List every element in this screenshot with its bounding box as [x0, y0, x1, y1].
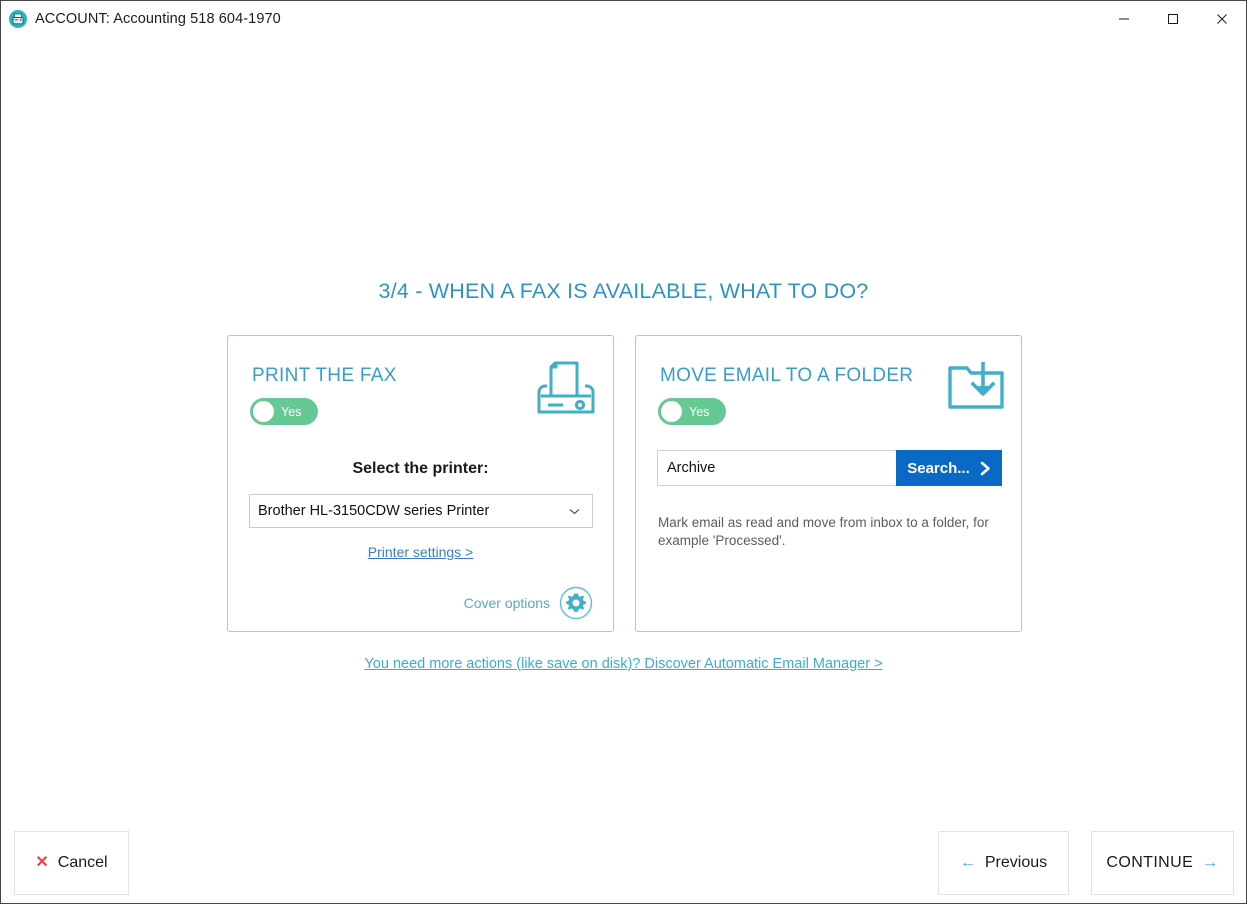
window-controls	[1099, 1, 1246, 36]
previous-button-label: Previous	[984, 854, 1048, 871]
previous-button[interactable]: ← Previous	[938, 831, 1069, 895]
folder-description: Mark email as read and move from inbox t…	[658, 515, 989, 548]
arrow-right-icon: →	[1202, 854, 1219, 871]
folder-search-row: Search...	[657, 450, 1002, 486]
chevron-right-icon	[980, 461, 991, 476]
toggle-print-the-fax[interactable]: Yes	[250, 398, 318, 425]
printer-settings-link-wrap: Printer settings >	[228, 544, 613, 562]
gear-icon	[559, 586, 593, 620]
toggle-move-email-to-a-folder[interactable]: Yes	[658, 398, 726, 425]
search-folder-button[interactable]: Search...	[896, 450, 1002, 486]
minimize-icon[interactable]	[1099, 1, 1148, 36]
cover-options-label: Cover options	[463, 595, 550, 611]
select-printer-label: Select the printer:	[352, 460, 489, 477]
toggle-knob	[661, 401, 682, 422]
toggle-knob	[253, 401, 274, 422]
more-actions-link[interactable]: You need more actions (like save on disk…	[364, 656, 882, 672]
arrow-left-icon: ←	[959, 854, 976, 871]
main-content: 3/4 - WHEN A FAX IS AVAILABLE, WHAT TO D…	[1, 36, 1246, 903]
printer-select-value: Brother HL-3150CDW series Printer	[258, 503, 490, 519]
toggle-label: Yes	[281, 404, 302, 419]
close-icon[interactable]	[1197, 1, 1246, 36]
options-cards: PRINT THE FAX Yes Select the printer: Br…	[227, 335, 1023, 632]
window-title: ACCOUNT: Accounting 518 604-1970	[35, 10, 281, 27]
close-x-icon: ✕	[35, 854, 49, 871]
title-bar-left: ACCOUNT: Accounting 518 604-1970	[1, 9, 281, 28]
card-move-email-to-a-folder: MOVE EMAIL TO A FOLDER Yes Archive Searc…	[635, 335, 1022, 632]
chevron-down-icon	[569, 503, 580, 519]
continue-button-label: CONTINUE	[1106, 854, 1194, 871]
folder-download-icon	[947, 360, 1005, 412]
maximize-icon[interactable]	[1148, 1, 1197, 36]
fax-machine-icon	[9, 9, 27, 28]
cancel-button-label: Cancel	[57, 854, 108, 871]
printer-settings-link[interactable]: Printer settings >	[368, 544, 473, 560]
printer-select[interactable]: Brother HL-3150CDW series Printer	[249, 494, 593, 528]
more-actions-wrap: You need more actions (like save on disk…	[1, 655, 1246, 673]
page-title: 3/4 - WHEN A FAX IS AVAILABLE, WHAT TO D…	[378, 279, 869, 303]
title-bar: ACCOUNT: Accounting 518 604-1970	[1, 1, 1246, 36]
folder-name-input[interactable]	[657, 450, 896, 486]
cancel-button[interactable]: ✕ Cancel	[14, 831, 129, 895]
continue-button[interactable]: CONTINUE →	[1091, 831, 1234, 895]
search-button-label: Search...	[907, 459, 970, 477]
card-print-the-fax: PRINT THE FAX Yes Select the printer: Br…	[227, 335, 614, 632]
card-title-print-the-fax: PRINT THE FAX	[252, 365, 397, 386]
cover-options-button[interactable]: Cover options	[464, 586, 593, 620]
footer-bar: ✕ Cancel ← Previous CONTINUE →	[1, 823, 1246, 903]
printer-icon	[535, 360, 597, 418]
toggle-label: Yes	[689, 404, 710, 419]
card-title-move-email-to-a-folder: MOVE EMAIL TO A FOLDER	[660, 365, 914, 386]
application-window: ACCOUNT: Accounting 518 604-1970 3/4 - W…	[0, 0, 1247, 904]
